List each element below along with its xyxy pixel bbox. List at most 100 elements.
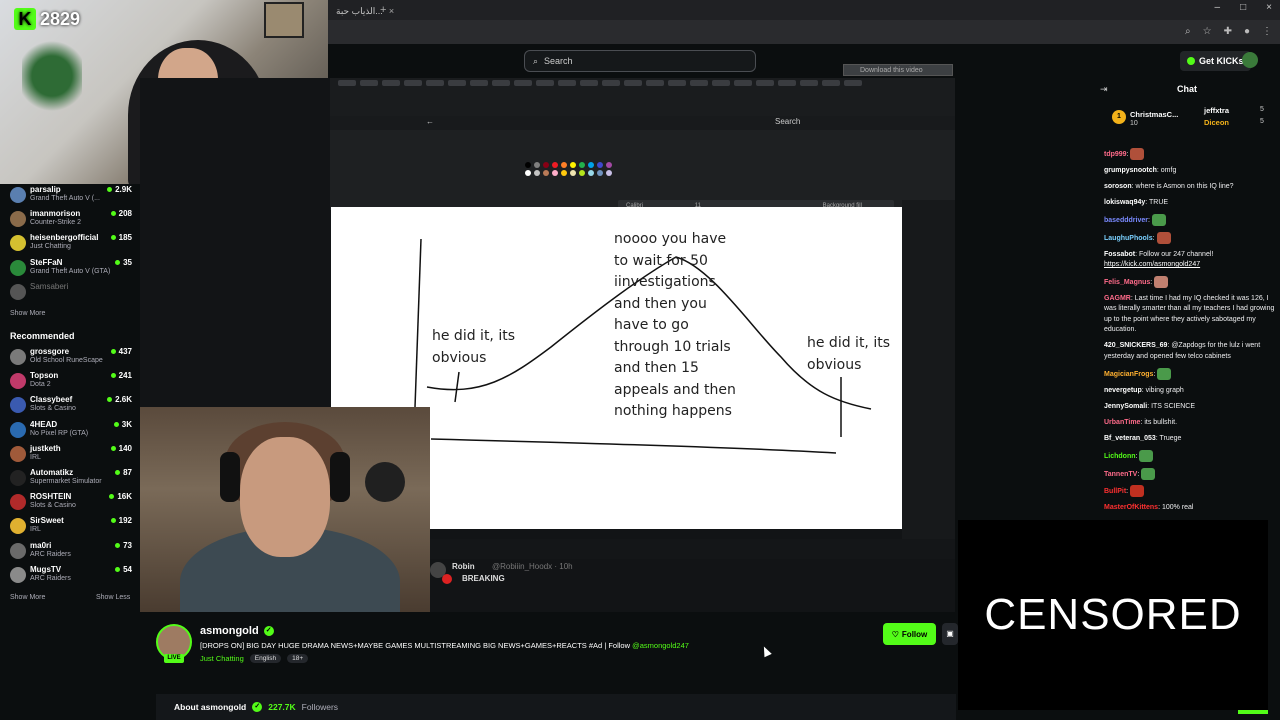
chat-username[interactable]: GAGMR (1104, 295, 1131, 302)
channel-name: SirSweet (30, 516, 64, 526)
channel-category: Grand Theft Auto V (... (30, 195, 100, 202)
sidebar-channel[interactable]: Automatikz Supermarket Simulator 87 (8, 467, 134, 489)
show-more-following[interactable]: Show More (10, 310, 45, 317)
menu-icon[interactable]: ⋮ (1262, 26, 1272, 37)
sidebar-channel[interactable]: heisenbergofficial Just Chatting 185 (8, 232, 134, 254)
palette-swatch[interactable] (552, 162, 558, 168)
chat-username[interactable]: MagicianFrogs (1104, 371, 1153, 378)
inner-tab (844, 80, 862, 86)
leader-name-2: jeffxtra (1204, 106, 1230, 115)
get-kicks-button[interactable]: Get KICKs (1180, 51, 1251, 71)
sidebar-channel[interactable]: justketh IRL 140 (8, 443, 134, 465)
sidebar-channel[interactable]: SteFFaN Grand Theft Auto V (GTA) 35 (8, 257, 134, 279)
chat-message: MasterOfKittens: 100% real (1104, 504, 1194, 512)
palette-swatch[interactable] (606, 170, 612, 176)
chat-username[interactable]: soroson (1104, 183, 1132, 190)
new-tab-icon[interactable]: + (380, 4, 386, 16)
minimize-icon[interactable]: – (1215, 2, 1221, 13)
chat-username[interactable]: Bf_veteran_053 (1104, 435, 1156, 442)
sidebar-channel[interactable]: 4HEAD No Pixel RP (GTA) 3K (8, 419, 134, 441)
palette-swatch[interactable] (606, 162, 612, 168)
tab-close-icon[interactable]: × (389, 6, 394, 16)
maximize-icon[interactable]: □ (1240, 2, 1246, 13)
palette-swatch[interactable] (543, 162, 549, 168)
sidebar-channel[interactable]: Samsaberi (8, 281, 134, 303)
stream-category[interactable]: Just Chatting (200, 654, 244, 663)
tag-18plus[interactable]: 18+ (287, 654, 309, 663)
chat-username[interactable]: TannenTV (1104, 470, 1137, 477)
inner-tab (426, 80, 444, 86)
chat-username[interactable]: basedddriver (1104, 217, 1148, 224)
palette-swatch[interactable] (597, 162, 603, 168)
palette-swatch[interactable] (570, 162, 576, 168)
palette-swatch[interactable] (588, 162, 594, 168)
extensions-icon[interactable]: ✚ (1224, 26, 1232, 37)
palette-swatch[interactable] (561, 162, 567, 168)
sidebar-channel[interactable]: imanmorison Counter-Strike 2 208 (8, 208, 134, 230)
emote-icon (1151, 213, 1166, 226)
chat-message: tdp999: (1104, 148, 1276, 160)
sidebar-channel[interactable]: Topson Dota 2 241 (8, 370, 134, 392)
about-verified-icon: ✓ (252, 702, 263, 712)
palette-swatch[interactable] (579, 162, 585, 168)
download-video-badge[interactable]: Download this video (843, 64, 953, 76)
browser-tab[interactable]: الذياب حبة... × (336, 4, 496, 18)
palette-swatch[interactable] (534, 162, 540, 168)
close-window-icon[interactable]: × (1266, 2, 1272, 13)
palette-swatch[interactable] (588, 170, 594, 176)
palette-swatch[interactable] (579, 170, 585, 176)
sidebar-channel[interactable]: Classybeef Slots & Casino 2.6K (8, 394, 134, 416)
leader-name-1: ChristmasC... (1130, 110, 1179, 119)
chat-username[interactable]: LaughuPhools (1104, 235, 1153, 242)
palette-swatch[interactable] (597, 170, 603, 176)
right-label: he did it, its obvious (807, 335, 891, 373)
palette-swatch[interactable] (534, 170, 540, 176)
channel-avatar (10, 259, 26, 276)
chat-username[interactable]: Fossabot (1104, 251, 1135, 258)
show-more-recommended[interactable]: Show More (10, 594, 45, 601)
viewer-count: 16K (109, 492, 132, 501)
address-bar[interactable] (328, 20, 1280, 44)
followers-label: Followers (301, 702, 339, 712)
tag-english[interactable]: English (249, 654, 282, 663)
sidebar-channel[interactable]: grossgore Old School RuneScape 437 (8, 346, 134, 368)
follow-button[interactable]: ♡ Follow (883, 623, 936, 645)
streamer-name[interactable]: asmongold (200, 625, 259, 637)
sidebar-channel[interactable]: SirSweet IRL 192 (8, 515, 134, 537)
chat-username[interactable]: JennySomali (1104, 403, 1147, 410)
bookmark-star-icon[interactable]: ☆ (1203, 26, 1212, 37)
chat-username[interactable]: 420_SNICKERS_69 (1104, 342, 1167, 349)
emote-icon (1130, 485, 1145, 498)
live-dot-icon (110, 518, 116, 524)
palette-swatch[interactable] (525, 170, 531, 176)
chat-username[interactable]: tdp999 (1104, 151, 1127, 158)
palette-swatch[interactable] (543, 170, 549, 176)
gift-icon[interactable]: ▣ (942, 623, 958, 645)
chat-username[interactable]: MasterOfKittens (1104, 504, 1158, 511)
chat-username[interactable]: Lichdonn (1104, 453, 1136, 460)
palette-swatch[interactable] (570, 170, 576, 176)
show-less-recommended[interactable]: Show Less (96, 594, 130, 601)
chat-link[interactable]: https://kick.com/asmongold247 (1104, 261, 1200, 268)
chat-username[interactable]: Felis_Magnus (1104, 279, 1150, 286)
sidebar-channel[interactable]: MugsTV ARC Raiders 54 (8, 564, 134, 586)
profile-icon[interactable]: ● (1244, 26, 1250, 37)
zoom-icon[interactable]: ⌕ (1185, 26, 1191, 37)
sidebar-channel[interactable]: parsalip Grand Theft Auto V (... 2.9K (8, 184, 134, 206)
palette-swatch[interactable] (525, 162, 531, 168)
sidebar-channel[interactable]: ROSHTEIN Slots & Casino 16K (8, 491, 134, 513)
stream-title-handle[interactable]: @asmongold247 (632, 641, 689, 650)
palette-swatch[interactable] (561, 170, 567, 176)
followers-count: 227.7K (268, 702, 296, 712)
search-input[interactable]: ⌕ Search (524, 50, 756, 72)
user-avatar[interactable] (1242, 52, 1258, 68)
chat-username[interactable]: BullPit (1104, 488, 1126, 495)
chat-username[interactable]: UrbanTime (1104, 419, 1140, 426)
chat-text: vibing graph (1145, 386, 1184, 394)
sidebar-channel[interactable]: ma0ri ARC Raiders 73 (8, 540, 134, 562)
chat-username[interactable]: lokiswaq94y (1104, 199, 1145, 206)
palette-swatch[interactable] (552, 170, 558, 176)
chat-username[interactable]: nevergetup (1104, 387, 1142, 394)
emote-icon (1157, 367, 1172, 380)
chat-username[interactable]: grumpysnootch (1104, 167, 1157, 174)
